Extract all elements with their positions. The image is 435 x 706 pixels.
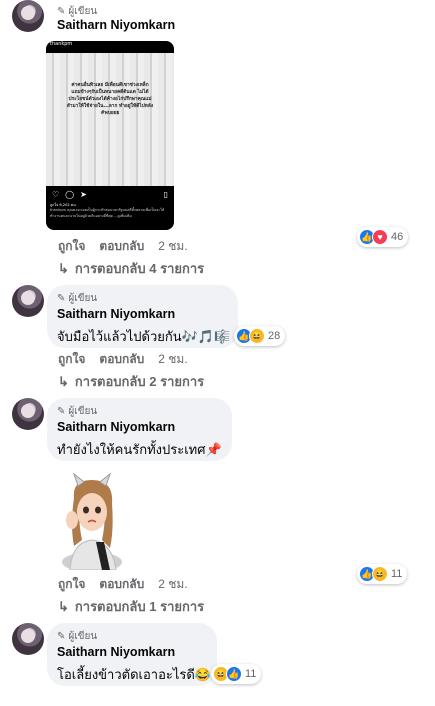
comment-icon: ◯ xyxy=(65,190,75,199)
like-reaction-icon: 👍 xyxy=(226,666,242,682)
love-reaction-icon: ♥ xyxy=(372,229,388,245)
reaction-summary[interactable]: 😆 👍 11 xyxy=(211,664,262,684)
comment-text: โอเลี้ยงข้าวตัดเอาอะไรดี😂 xyxy=(57,667,212,682)
author-badge-label: ผู้เขียน xyxy=(68,631,98,642)
post-action-icons: ♡ ◯ ➤ xyxy=(52,190,87,199)
commenter-avatar[interactable] xyxy=(12,0,44,32)
pencil-icon: ✎ xyxy=(57,6,66,17)
post-caption: ถูกใจ 6,202 คน thankpm คุณคงจะเคยเป็นผู้… xyxy=(50,203,170,219)
reply-button[interactable]: ตอบกลับ xyxy=(99,350,144,369)
pencil-icon: ✎ xyxy=(57,631,66,642)
post-caption-text: thankpm คุณคงจะเคยเป็นผู้กระทำต่อนายกรัฐ… xyxy=(50,208,165,218)
post-image-text: ค่าคนอื่นทิวเลย มีเพื่อนดีเขาช่วงเหล็ก แ… xyxy=(66,83,154,116)
author-badge-label: ผู้เขียน xyxy=(68,6,98,17)
comment-timestamp[interactable]: 2 ชม. xyxy=(158,350,187,369)
send-icon: ➤ xyxy=(80,190,87,199)
reply-arrow-icon: ↳ xyxy=(58,373,69,389)
pencil-icon: ✎ xyxy=(57,293,66,304)
reply-arrow-icon: ↳ xyxy=(58,598,69,614)
author-badge-label: ผู้เขียน xyxy=(68,293,98,304)
pencil-icon: ✎ xyxy=(57,406,66,417)
view-replies-button[interactable]: ↳ การตอบกลับ 4 รายการ xyxy=(58,258,204,279)
post-photo: ค่าคนอื่นทิวเลย มีเพื่อนดีเขาช่วงเหล็ก แ… xyxy=(46,53,174,186)
reaction-summary[interactable]: 👍 😆 11 xyxy=(357,564,408,584)
commenter-avatar[interactable] xyxy=(12,623,44,655)
reaction-count: 11 xyxy=(245,668,257,680)
like-button[interactable]: ถูกใจ xyxy=(58,350,85,369)
author-badge: ✎ ผู้เขียน xyxy=(57,404,97,419)
view-replies-button[interactable]: ↳ การตอบกลับ 1 รายการ xyxy=(58,596,204,617)
reply-button[interactable]: ตอบกลับ xyxy=(99,237,144,256)
like-button[interactable]: ถูกใจ xyxy=(58,575,85,594)
reaction-summary[interactable]: 👍 ♥ 46 xyxy=(357,227,409,247)
comment-actions: ถูกใจ ตอบกลับ 2 ชม. xyxy=(58,350,202,369)
comment-text: ทำยังไงให้คนรักทั้งประเทศ📌 xyxy=(57,442,222,457)
comment-text: จับมือไว้แล้วไปด้วยกัน🎶🎵🎼 xyxy=(57,329,231,344)
author-badge: ✎ ผู้เขียน xyxy=(57,629,97,644)
like-button[interactable]: ถูกใจ xyxy=(58,237,85,256)
author-badge: ✎ ผู้เขียน xyxy=(57,4,97,19)
view-replies-label: การตอบกลับ 1 รายการ xyxy=(74,599,205,614)
comment-timestamp[interactable]: 2 ชม. xyxy=(158,575,187,594)
reply-arrow-icon: ↳ xyxy=(58,260,69,276)
comment-actions: ถูกใจ ตอบกลับ 2 ชม. xyxy=(58,237,202,256)
view-replies-label: การตอบกลับ 2 รายการ xyxy=(74,374,205,389)
commenter-avatar[interactable] xyxy=(12,285,44,317)
haha-reaction-icon: 😆 xyxy=(372,566,388,582)
reply-button[interactable]: ตอบกลับ xyxy=(99,575,144,594)
bookmark-icon: ▯ xyxy=(163,190,168,199)
reaction-count: 46 xyxy=(391,231,404,243)
author-badge: ✎ ผู้เขียน xyxy=(57,291,97,306)
commenter-name[interactable]: Saitharn Niyomkarn xyxy=(57,645,175,659)
heart-icon: ♡ xyxy=(52,190,60,199)
commenter-avatar[interactable] xyxy=(12,398,44,430)
haha-reaction-icon: 😆 xyxy=(249,328,265,344)
reaction-summary[interactable]: 👍 😆 28 xyxy=(234,326,286,346)
reaction-count: 11 xyxy=(391,568,403,580)
avatar-sticker xyxy=(62,472,122,570)
commenter-name[interactable]: Saitharn Niyomkarn xyxy=(57,18,175,32)
comment-timestamp[interactable]: 2 ชม. xyxy=(158,237,187,256)
view-replies-label: การตอบกลับ 4 รายการ xyxy=(74,261,205,276)
commenter-name[interactable]: Saitharn Niyomkarn xyxy=(57,420,175,434)
author-badge-label: ผู้เขียน xyxy=(68,406,98,417)
commenter-name[interactable]: Saitharn Niyomkarn xyxy=(57,307,175,321)
comment-actions: ถูกใจ ตอบกลับ 2 ชม. xyxy=(58,575,202,594)
view-replies-button[interactable]: ↳ การตอบกลับ 2 รายการ xyxy=(58,371,204,392)
reaction-count: 28 xyxy=(268,330,281,342)
shared-post-image[interactable]: thankpm ค่าคนอื่นทิวเลย มีเพื่อนดีเขาช่ว… xyxy=(46,41,174,230)
post-account: thankpm xyxy=(50,41,73,47)
